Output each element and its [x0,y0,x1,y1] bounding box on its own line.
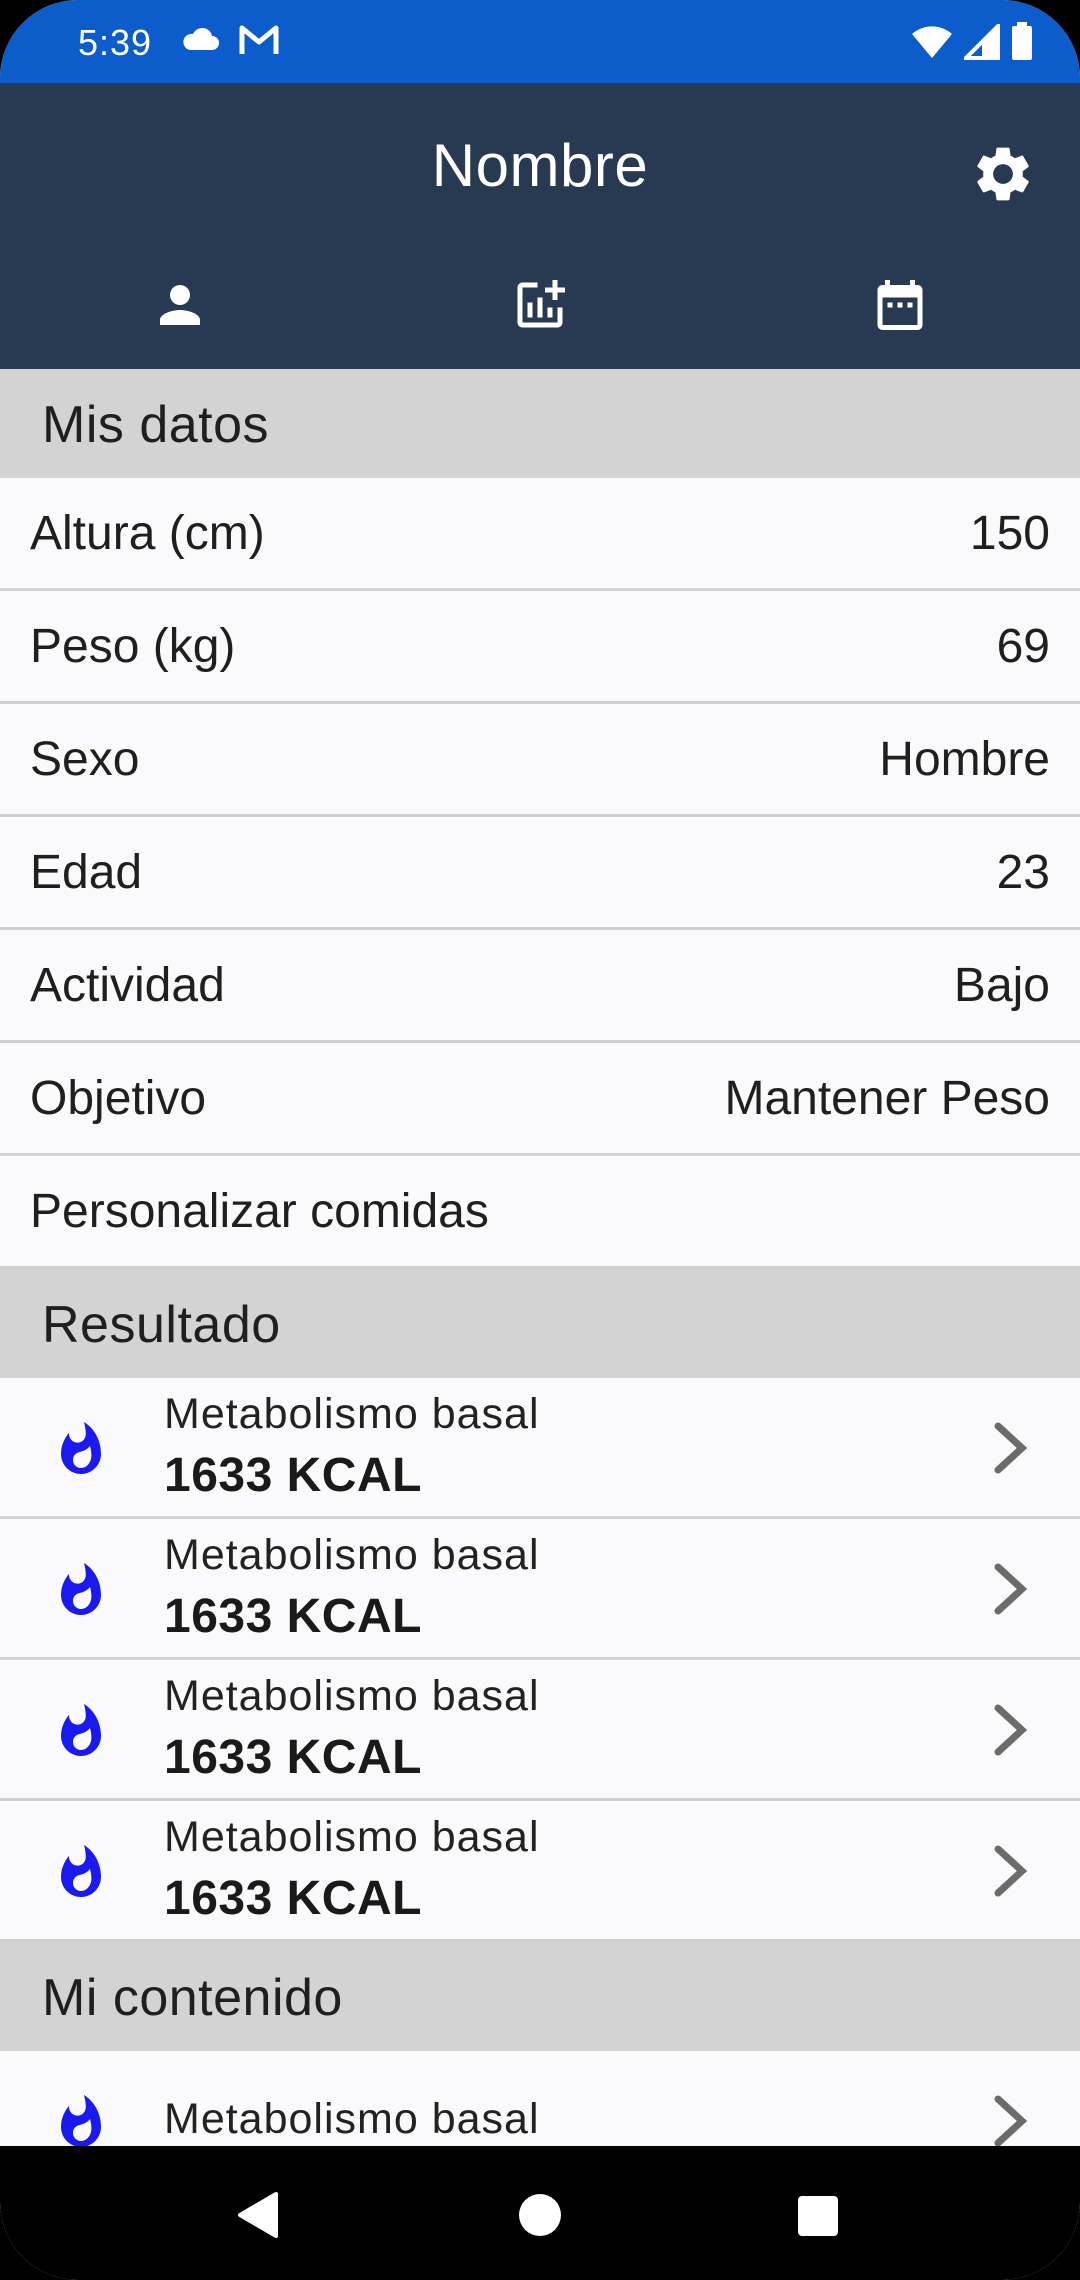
flame-icon [61,1845,101,1897]
result-label: Metabolismo basal [164,1813,540,1861]
row-value: 23 [996,845,1050,899]
gmail-icon [238,24,280,61]
row-objetivo[interactable]: Objetivo Mantener Peso [0,1043,1080,1156]
section-header-mis-datos: Mis datos [0,369,1080,478]
row-altura[interactable]: Altura (cm) 150 [0,478,1080,591]
row-label: Altura (cm) [30,506,265,560]
result-item[interactable]: Metabolismo basal 1633 KCAL [0,1378,1080,1519]
result-label: Metabolismo basal [164,1672,540,1720]
row-label: Objetivo [30,1071,207,1125]
flame-icon [61,1422,101,1474]
row-value: 69 [996,619,1050,673]
row-edad[interactable]: Edad 23 [0,817,1080,930]
content-scroll[interactable]: Mis datos Altura (cm) 150 Peso (kg) 69 S… [0,369,1080,2146]
chevron-right-icon [994,1563,1028,1615]
back-button[interactable] [236,2190,280,2245]
row-label: Sexo [30,732,140,786]
wifi-icon [910,24,954,65]
row-value: Mantener Peso [724,1071,1050,1125]
add-chart-icon [517,280,565,328]
chevron-right-icon [994,1422,1028,1474]
chevron-right-icon [994,2095,1028,2146]
chevron-right-icon [994,1845,1028,1897]
row-peso[interactable]: Peso (kg) 69 [0,591,1080,704]
result-item[interactable]: Metabolismo basal 1633 KCAL [0,1519,1080,1660]
system-nav-bar [0,2146,1080,2280]
calendar-icon [877,280,923,330]
row-value: Hombre [879,732,1050,786]
flame-icon [61,1704,101,1756]
recents-button[interactable] [798,2196,838,2236]
app-bar: Nombre [0,83,1080,369]
home-button[interactable] [519,2194,561,2236]
page-title: Nombre [431,132,649,199]
cloud-icon [180,24,220,61]
row-actividad[interactable]: Actividad Bajo [0,930,1080,1043]
result-value: 1633 KCAL [164,1731,422,1784]
gear-icon [977,147,1029,201]
flame-icon [61,1563,101,1615]
row-personalizar-comidas[interactable]: Personalizar comidas [0,1156,1080,1269]
status-bar: 5:39 [0,0,1080,83]
result-value: 1633 KCAL [164,1872,422,1925]
row-value: Bajo [953,958,1050,1012]
row-label: Personalizar comidas [30,1184,489,1238]
row-label: Edad [30,845,143,899]
result-value: 1633 KCAL [164,1590,422,1643]
person-icon [160,285,200,325]
row-sexo[interactable]: Sexo Hombre [0,704,1080,817]
result-item[interactable]: Metabolismo basal 1633 KCAL [0,1801,1080,1942]
status-time: 5:39 [78,22,153,63]
battery-icon [1010,22,1034,65]
settings-button[interactable] [970,141,1036,207]
tab-stats[interactable] [360,273,720,369]
result-label: Metabolismo basal [164,2095,540,2143]
result-value: 1633 KCAL [164,1449,422,1502]
app-screen: 5:39 Nombre Mis datos Altura (cm) 150 Pe… [0,0,1080,2280]
content-item[interactable]: Metabolismo basal [0,2051,1080,2146]
result-label: Metabolismo basal [164,1531,540,1579]
tab-profile[interactable] [0,273,360,369]
row-label: Actividad [30,958,225,1012]
section-header-resultado: Resultado [0,1269,1080,1378]
section-header-mi-contenido: Mi contenido [0,1942,1080,2051]
signal-icon [961,21,1000,65]
back-triangle-icon [238,2192,278,2238]
flame-icon [61,2095,101,2146]
result-label: Metabolismo basal [164,1390,540,1438]
row-value: 150 [969,506,1050,560]
tab-calendar[interactable] [720,273,1080,369]
result-item[interactable]: Metabolismo basal 1633 KCAL [0,1660,1080,1801]
row-label: Peso (kg) [30,619,236,673]
tab-bar [0,273,1080,369]
chevron-right-icon [994,1704,1028,1756]
